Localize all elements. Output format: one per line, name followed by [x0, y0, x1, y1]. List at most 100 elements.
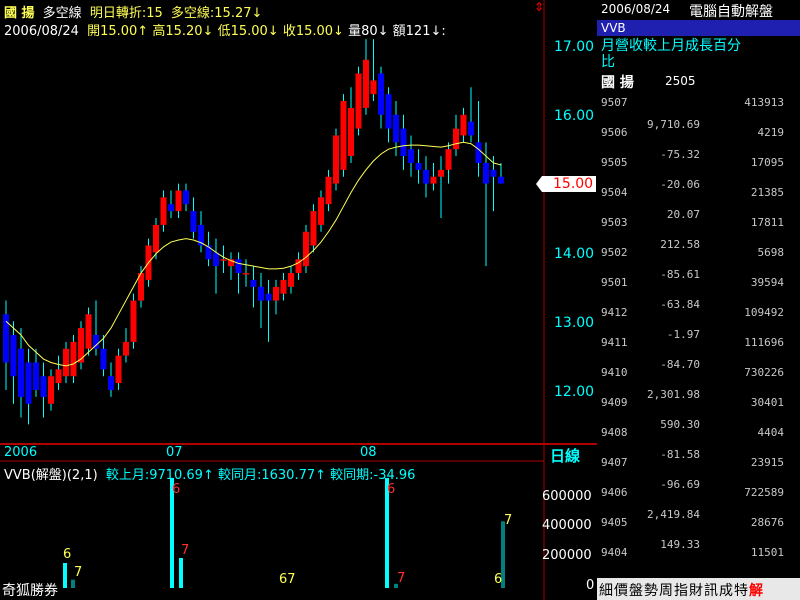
volume-bar[interactable] — [63, 563, 67, 588]
rp-bottom-tab[interactable]: 特 — [734, 583, 748, 599]
candle-body[interactable] — [438, 169, 444, 177]
candle-body[interactable] — [325, 176, 332, 205]
candle-body[interactable] — [190, 211, 197, 232]
candle-body[interactable] — [445, 149, 452, 170]
rp-bottom-tab[interactable]: 成 — [719, 583, 733, 599]
candle-body[interactable] — [490, 169, 497, 177]
candle-body[interactable] — [55, 369, 62, 384]
candle-body[interactable] — [243, 273, 249, 275]
rp-row[interactable]: 9506 9,710.69 4219 — [597, 118, 800, 144]
rp-row[interactable]: 9410 -84.70 730226 — [597, 358, 800, 384]
candle-body[interactable] — [415, 162, 422, 170]
candle-body[interactable] — [183, 190, 189, 205]
rp-row[interactable]: 9412 -63.84 109492 — [597, 298, 800, 324]
candle-body[interactable] — [85, 314, 92, 349]
rp-bottom-tab[interactable]: 價 — [614, 583, 628, 599]
candle-body[interactable] — [355, 73, 362, 129]
candle-body[interactable] — [48, 376, 54, 404]
rp-row[interactable]: 9406 -96.69 722589 — [597, 478, 800, 504]
crosshair-marker-icon[interactable]: ⇕ — [534, 0, 544, 14]
candle-body[interactable] — [115, 355, 122, 384]
candle-body[interactable] — [213, 252, 219, 267]
rp-row[interactable]: 9411 -1.97 111696 — [597, 328, 800, 354]
rp-bottom-tab[interactable]: 周 — [659, 583, 673, 599]
candle-body[interactable] — [33, 362, 39, 390]
candle-body[interactable] — [70, 341, 77, 377]
volume-bar[interactable] — [179, 558, 183, 588]
rp-bottom-tab[interactable]: 指 — [674, 583, 688, 599]
candle-body[interactable] — [123, 341, 129, 356]
rp-row[interactable]: 9407 -81.58 23915 — [597, 448, 800, 474]
candle-body[interactable] — [408, 149, 414, 163]
rp-row[interactable]: 9504 -20.06 21385 — [597, 178, 800, 204]
candle-body[interactable] — [453, 128, 459, 150]
rp-row[interactable]: 9405 2,419.84 28676 — [597, 508, 800, 534]
rp-bottom-tab[interactable]: 解 — [749, 583, 763, 599]
candle-body[interactable] — [220, 259, 227, 261]
candle-body[interactable] — [378, 73, 384, 115]
candle-body[interactable] — [393, 114, 399, 143]
rp-bottom-tab[interactable]: 訊 — [704, 583, 718, 599]
candle-body[interactable] — [363, 59, 369, 108]
candle-body[interactable] — [25, 362, 32, 404]
rp-row-growth: 2,301.98 — [647, 388, 700, 401]
rp-row[interactable]: 9503 20.07 17811 — [597, 208, 800, 234]
rp-row[interactable]: 9505 -75.32 17095 — [597, 148, 800, 174]
candle-body[interactable] — [333, 135, 339, 184]
candle-body[interactable] — [235, 259, 242, 274]
rp-row[interactable]: 9501 -85.61 39594 — [597, 268, 800, 294]
candle-body[interactable] — [175, 190, 182, 212]
rp-row[interactable]: 9408 590.30 4404 — [597, 418, 800, 444]
candle-body[interactable] — [318, 197, 324, 225]
candle-body[interactable] — [468, 121, 474, 136]
rp-row-growth: -1.97 — [666, 328, 700, 341]
rp-bottom-tab[interactable]: 勢 — [644, 583, 658, 599]
candle-body[interactable] — [348, 107, 354, 157]
candle-body[interactable] — [475, 142, 482, 163]
candle-body[interactable] — [160, 197, 167, 225]
candle-body[interactable] — [423, 169, 429, 184]
candle-body[interactable] — [18, 348, 24, 397]
candle-body[interactable] — [310, 211, 317, 246]
rp-table: 9507 413913 9506 9,710.69 4219 9505 -75.32 1709… — [597, 92, 800, 580]
candle-body[interactable] — [63, 348, 69, 377]
candle-body[interactable] — [483, 162, 489, 184]
rp-row[interactable]: 9404 149.33 11501 — [597, 538, 800, 564]
candle-body[interactable] — [288, 273, 294, 287]
candle-body[interactable] — [130, 300, 137, 342]
sub-stat-2: 較同月:1630.77↑ — [217, 468, 327, 483]
candle-body[interactable] — [303, 231, 309, 267]
period-button[interactable]: 日線 — [550, 445, 580, 466]
sub-chart-title[interactable]: VVB(解盤)(2,1) — [4, 468, 102, 483]
candle-body[interactable] — [460, 114, 467, 136]
candle-body[interactable] — [40, 376, 47, 397]
candle-body[interactable] — [280, 279, 287, 294]
candle-body[interactable] — [498, 176, 504, 184]
candle-body[interactable] — [10, 334, 17, 377]
candle-body[interactable] — [400, 128, 407, 157]
candle-body[interactable] — [273, 286, 279, 301]
candle-body[interactable] — [265, 293, 272, 301]
volume-bar[interactable] — [71, 579, 75, 588]
candle-body[interactable] — [153, 224, 159, 253]
candle-body[interactable] — [168, 204, 174, 212]
rp-bottom-tab[interactable]: 細 — [599, 583, 613, 599]
candle-body[interactable] — [385, 94, 392, 129]
rp-bottom-tab[interactable]: 財 — [689, 583, 703, 599]
candle-body[interactable] — [205, 245, 212, 260]
stock-name[interactable]: 國 揚 — [4, 6, 39, 21]
rp-tab-vvb[interactable]: VVB — [601, 21, 626, 35]
candle-body[interactable] — [100, 348, 107, 370]
rp-row-growth: 9,710.69 — [647, 118, 700, 131]
candle-body[interactable] — [430, 176, 437, 184]
candle-body[interactable] — [108, 376, 114, 390]
rp-bottom-tab[interactable]: 盤 — [629, 583, 643, 599]
candle-body[interactable] — [340, 101, 347, 170]
candle-body[interactable] — [250, 279, 257, 287]
indicator-name[interactable]: 多空線 — [43, 6, 86, 21]
rp-row[interactable]: 9507 413913 — [597, 92, 800, 114]
candle-body[interactable] — [370, 80, 377, 95]
rp-row[interactable]: 9409 2,301.98 30401 — [597, 388, 800, 414]
rp-row[interactable]: 9502 212.58 5698 — [597, 238, 800, 264]
candle-body[interactable] — [258, 286, 264, 301]
